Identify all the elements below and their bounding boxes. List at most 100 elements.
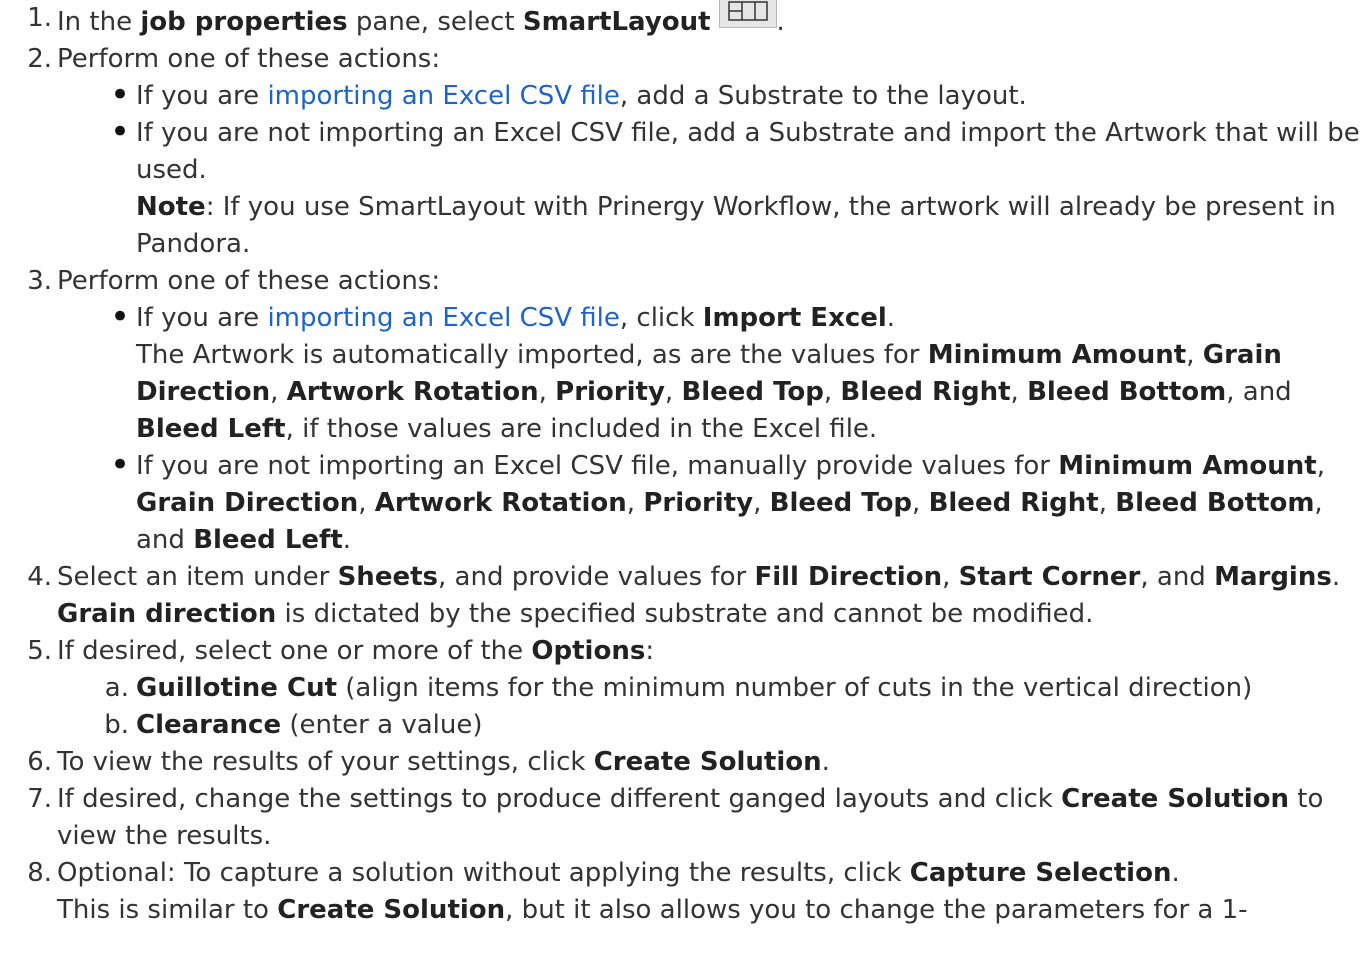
bullet-item: If you are not importing an Excel CSV fi… [57, 114, 1361, 263]
bold-term: Clearance [136, 710, 282, 740]
text-run: , [823, 377, 841, 407]
import-excel-csv-link[interactable]: importing an Excel CSV file [267, 303, 619, 333]
step-item: 6. To view the results of your settings, … [0, 744, 1361, 781]
bold-term: Grain Direction [136, 488, 359, 518]
text-run: . [821, 747, 830, 777]
text-run: . [1331, 562, 1341, 592]
text-run: , [1316, 451, 1325, 481]
option-item: b. Clearance (enter a value) [57, 707, 1361, 744]
text-run: . [1171, 858, 1180, 888]
option-list: a. Guillotine Cut (align items for the mi… [57, 670, 1361, 744]
bold-term: Bleed Right [928, 488, 1099, 518]
bold-term: Options [531, 636, 646, 666]
text-run: Optional: To capture a solution without … [57, 858, 910, 888]
text-run: , and [1140, 562, 1215, 592]
text-run: If you are not importing an Excel CSV fi… [136, 118, 1360, 185]
step-item: 5. If desired, select one or more of the … [0, 633, 1361, 744]
bold-term: Import Excel [702, 303, 887, 333]
step-item: 7. If desired, change the settings to pro… [0, 781, 1361, 855]
bold-term: Margins [1214, 562, 1332, 592]
step-text: Perform one of these actions: [57, 44, 440, 74]
text-run: , [664, 377, 682, 407]
step-text: Perform one of these actions: [57, 266, 440, 296]
text-run: . [342, 525, 352, 555]
bold-term: Artwork Rotation [286, 377, 539, 407]
text-run: , [358, 488, 375, 518]
step-number: 1. [27, 3, 52, 33]
text-run: , but it also allows you to change the p… [505, 895, 1248, 925]
bold-term: Guillotine Cut [136, 673, 338, 703]
bold-term: job properties [140, 7, 348, 37]
step-number: 7. [27, 784, 52, 814]
text-run: , [1010, 377, 1028, 407]
step-item: 4. Select an item under Sheets, and provi… [0, 559, 1361, 633]
step-item: 3.Perform one of these actions:If you ar… [0, 263, 1361, 559]
text-run: (align items for the minimum number of c… [337, 673, 1253, 703]
text-run: is dictated by the specified substrate a… [276, 599, 1094, 629]
step-item: 2.Perform one of these actions:If you ar… [0, 41, 1361, 263]
bullet-item: If you are importing an Excel CSV file, … [57, 299, 1361, 448]
step-number: 2. [27, 44, 52, 74]
text-run: , [270, 377, 287, 407]
text-run: (enter a value) [281, 710, 483, 740]
bold-term: Bleed Top [769, 488, 913, 518]
step-text: Optional: To capture a solution without … [57, 858, 1248, 925]
text-run: , click [619, 303, 703, 333]
text-run: , and [1226, 377, 1292, 407]
step-text: If desired, select one or more of the Op… [57, 636, 654, 666]
text-run: : [645, 636, 655, 666]
bold-term: Fill Direction [754, 562, 943, 592]
bold-term: Priority [555, 377, 665, 407]
bullet-list: If you are importing an Excel CSV file, … [57, 299, 1361, 559]
bold-term: Bleed Right [840, 377, 1011, 407]
bold-term: Artwork Rotation [374, 488, 627, 518]
import-excel-csv-link[interactable]: importing an Excel CSV file [267, 81, 619, 111]
text-run: The Artwork is automatically imported, a… [136, 340, 928, 370]
bold-term: Bleed Left [193, 525, 343, 555]
step-text: Select an item under Sheets, and provide… [57, 562, 1340, 629]
text-run: , [1186, 340, 1203, 370]
text-run: , [942, 562, 959, 592]
text-run: Perform one of these actions: [57, 44, 441, 74]
bold-term: Capture Selection [909, 858, 1172, 888]
text-run: , [753, 488, 770, 518]
text-run: If you are [136, 303, 268, 333]
step-number: 3. [27, 266, 52, 296]
text-run: If desired, change the settings to produ… [57, 784, 1062, 814]
option-letter: b. [104, 710, 129, 740]
step-text: To view the results of your settings, cl… [57, 747, 830, 777]
text-run: . [886, 303, 896, 333]
bold-term: Priority [643, 488, 754, 518]
bold-term: Minimum Amount [1058, 451, 1317, 481]
text-run: , and provide values for [438, 562, 755, 592]
text-run: If you are not importing an Excel CSV fi… [136, 451, 1059, 481]
step-number: 4. [27, 562, 52, 592]
step-number: 6. [27, 747, 52, 777]
text-run: Perform one of these actions: [57, 266, 441, 296]
bold-term: Create Solution [277, 895, 506, 925]
text-run: , [538, 377, 556, 407]
text-run: Select an item under [57, 562, 338, 592]
text-run: pane, select [347, 7, 523, 37]
procedure-steps: 1. In the job properties pane, select Sma… [0, 0, 1361, 929]
text-run: , [1098, 488, 1116, 518]
bold-term: Minimum Amount [927, 340, 1187, 370]
step-text: If desired, change the settings to produ… [57, 784, 1323, 851]
step-item: 1. In the job properties pane, select Sma… [0, 0, 1361, 41]
text-run: , [626, 488, 644, 518]
bold-term: SmartLayout [522, 7, 711, 37]
text-run: , add a Substrate to the layout. [619, 81, 1027, 111]
text-run: In the [57, 7, 141, 37]
step-number: 8. [27, 858, 52, 888]
text-run: If desired, select one or more of the [57, 636, 532, 666]
text-run: If you are [136, 81, 268, 111]
option-item: a. Guillotine Cut (align items for the mi… [57, 670, 1361, 707]
bold-term: Create Solution [1061, 784, 1290, 814]
text-run: This is similar to [57, 895, 278, 925]
bold-term: Grain direction [57, 599, 277, 629]
bold-term: Bleed Left [136, 414, 286, 444]
option-letter: a. [104, 673, 129, 703]
step-item: 8. Optional: To capture a solution withou… [0, 855, 1361, 929]
bold-term: Bleed Bottom [1027, 377, 1227, 407]
bullet-list: If you are importing an Excel CSV file, … [57, 77, 1361, 263]
